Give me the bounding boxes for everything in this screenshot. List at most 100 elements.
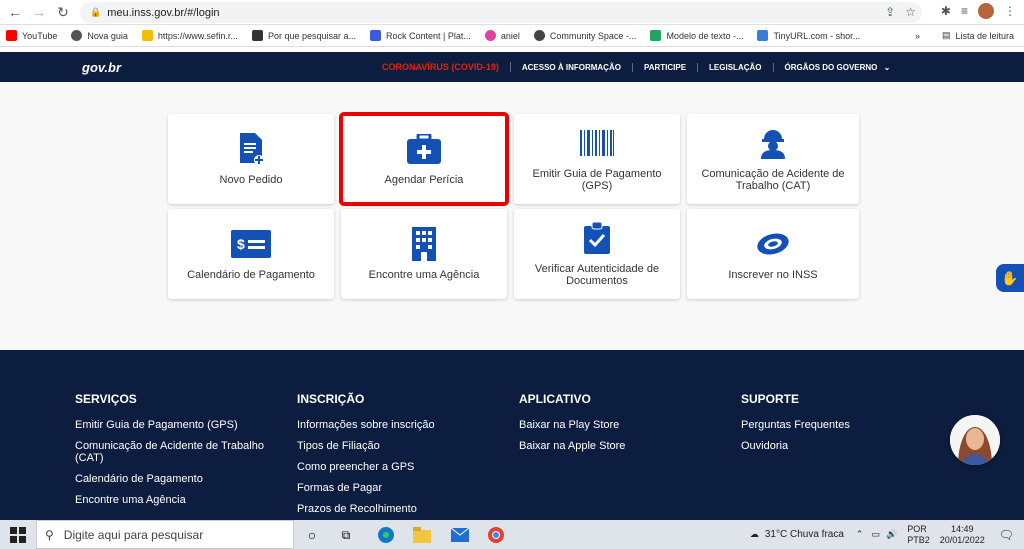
footer-link[interactable]: Encontre uma Agência — [75, 494, 275, 506]
footer-link[interactable]: Tipos de Filiação — [297, 440, 497, 452]
nav-acesso-informacao[interactable]: ACESSO À INFORMAÇÃO — [511, 62, 633, 72]
weather-text[interactable]: 31°C Chuva fraca — [765, 529, 844, 540]
star-icon[interactable]: ☆ — [905, 5, 916, 19]
search-icon: ⚲ — [45, 527, 54, 542]
footer-link[interactable]: Perguntas Frequentes — [741, 419, 941, 431]
edge-icon[interactable] — [376, 525, 396, 545]
browser-toolbar: ← → ↻ 🔒 meu.inss.gov.br/#/login ⇪ ☆ ✱ ≡ … — [0, 0, 1024, 25]
volume-icon[interactable]: 🔊 — [886, 529, 897, 540]
rock-content-icon — [370, 30, 381, 41]
menu-icon[interactable]: ⋮ — [1004, 4, 1016, 18]
worker-helmet-icon — [758, 126, 788, 160]
language-indicator[interactable]: POR PTB2 — [907, 524, 930, 546]
footer-link[interactable]: Como preencher a GPS — [297, 461, 497, 473]
bookmark-item[interactable]: Por que pesquisar a... — [251, 30, 356, 41]
address-bar[interactable]: 🔒 meu.inss.gov.br/#/login ⇪ ☆ — [80, 2, 922, 23]
document-plus-icon — [238, 132, 264, 166]
aniel-icon — [484, 30, 496, 41]
footer-link[interactable]: Ouvidoria — [741, 440, 941, 452]
weather-icon: ☁ — [749, 529, 759, 539]
chevron-up-icon[interactable]: ⌃ — [856, 529, 864, 540]
card-comunicacao-acidente[interactable]: Comunicação de Acidente de Trabalho (CAT… — [687, 114, 859, 204]
bookmark-item[interactable]: Community Space -... — [533, 30, 636, 41]
drive-icon — [650, 30, 662, 41]
extensions-icon[interactable]: ✱ — [941, 4, 951, 18]
url-text: meu.inss.gov.br/#/login — [107, 6, 220, 19]
gov-header: gov.br CORONAVÍRUS (COVID-19) ACESSO À I… — [0, 52, 1024, 82]
bookmark-item[interactable]: Nova guia — [71, 30, 128, 41]
community-icon — [533, 30, 545, 41]
clock[interactable]: 14:49 20/01/2022 — [940, 524, 985, 546]
clipboard-check-icon — [584, 221, 610, 255]
footer-col-suporte: SUPORTE Perguntas Frequentes Ouvidoria — [741, 392, 941, 461]
bookmark-item[interactable]: Rock Content | Plat... — [370, 30, 471, 41]
chevron-down-icon: ⌄ — [883, 62, 891, 72]
card-calendario-pagamento[interactable]: $ Calendário de Pagamento — [168, 209, 334, 299]
bookmarks-bar: YouTube Nova guia https://www.sefin.r...… — [0, 25, 1024, 47]
network-icon[interactable]: ▭ — [871, 529, 880, 540]
chevron-right-icon[interactable]: » — [915, 31, 920, 41]
footer-link[interactable]: Baixar na Apple Store — [519, 440, 719, 452]
mail-icon[interactable] — [450, 525, 470, 545]
cortana-icon[interactable]: ○ — [302, 525, 322, 545]
windows-taskbar: ⚲ Digite aqui para pesquisar ○ ⧉ ☁ 31°C … — [0, 520, 1024, 549]
system-tray: ☁ 31°C Chuva fraca ⌃ ▭ 🔊 POR PTB2 14:49 … — [750, 520, 1024, 549]
footer-col-aplicativo: APLICATIVO Baixar na Play Store Baixar n… — [519, 392, 719, 461]
notification-icon[interactable]: 🗨 — [999, 528, 1014, 542]
footer-col-servicos: SERVIÇOS Emitir Guia de Pagamento (GPS) … — [75, 392, 275, 515]
footer-link[interactable]: Formas de Pagar — [297, 482, 497, 494]
inss-logo-icon — [756, 227, 790, 261]
reload-icon[interactable]: ↻ — [52, 1, 74, 23]
card-emitir-gps[interactable]: Emitir Guia de Pagamento (GPS) — [514, 114, 680, 204]
lock-icon: 🔒 — [90, 7, 102, 17]
card-novo-pedido[interactable]: Novo Pedido — [168, 114, 334, 204]
footer-heading: INSCRIÇÃO — [297, 392, 365, 406]
footer-link[interactable]: Comunicação de Acidente de Trabalho (CAT… — [75, 440, 275, 464]
reading-list[interactable]: ▤ Lista de leitura — [942, 30, 1014, 41]
svg-text:$: $ — [237, 236, 245, 252]
footer-link[interactable]: Emitir Guia de Pagamento (GPS) — [75, 419, 275, 431]
vlibras-hand-icon[interactable]: ✋ — [996, 264, 1024, 292]
nav-legislacao[interactable]: LEGISLAÇÃO — [698, 62, 774, 72]
nav-covid[interactable]: CORONAVÍRUS (COVID-19) — [382, 62, 511, 72]
barcode-icon — [580, 126, 614, 160]
card-agendar-pericia[interactable]: Agendar Perícia — [339, 112, 509, 206]
globe-icon — [71, 30, 83, 41]
nav-participe[interactable]: PARTICIPE — [633, 62, 699, 72]
profile-avatar[interactable] — [978, 3, 994, 19]
footer-link[interactable]: Baixar na Play Store — [519, 419, 719, 431]
footer-heading: SUPORTE — [741, 392, 800, 406]
share-icon[interactable]: ⇪ — [885, 5, 895, 19]
card-verificar-autenticidade[interactable]: Verificar Autenticidade de Documentos — [514, 209, 680, 299]
youtube-icon — [6, 30, 17, 41]
task-view-icon[interactable]: ⧉ — [336, 525, 356, 545]
page-icon — [251, 30, 263, 41]
reading-list-icon: ▤ — [941, 30, 951, 40]
medical-kit-icon — [407, 132, 441, 166]
bookmark-item[interactable]: https://www.sefin.r... — [141, 30, 238, 41]
bookmark-item[interactable]: aniel — [484, 30, 520, 41]
nav-orgaos-governo[interactable]: ÓRGÃOS DO GOVERNO ⌄ — [774, 63, 902, 72]
footer-heading: SERVIÇOS — [75, 392, 137, 406]
card-encontre-agencia[interactable]: Encontre uma Agência — [341, 209, 507, 299]
footer-link[interactable]: Prazos de Recolhimento — [297, 503, 497, 515]
govbr-logo[interactable]: gov.br — [82, 60, 121, 75]
building-icon — [412, 227, 436, 261]
chrome-icon[interactable] — [486, 525, 506, 545]
footer-heading: APLICATIVO — [519, 392, 591, 406]
forward-icon[interactable]: → — [28, 1, 50, 23]
main-content: Novo Pedido Agendar Perícia Emitir Guia … — [0, 82, 1024, 350]
bookmark-item[interactable]: Modelo de texto -... — [650, 30, 743, 41]
footer-link[interactable]: Calendário de Pagamento — [75, 473, 275, 485]
back-icon[interactable]: ← — [4, 1, 26, 23]
taskbar-search-input[interactable]: ⚲ Digite aqui para pesquisar — [36, 520, 294, 549]
windows-start-icon[interactable] — [8, 525, 28, 545]
bookmark-item[interactable]: TinyURL.com - shor... — [757, 30, 860, 41]
footer-link[interactable]: Informações sobre inscrição — [297, 419, 497, 431]
assistant-avatar[interactable] — [950, 415, 1000, 465]
bookmark-item[interactable]: YouTube — [6, 30, 57, 41]
reading-mode-icon[interactable]: ≡ — [961, 4, 968, 18]
file-explorer-icon[interactable] — [412, 525, 432, 545]
sefin-icon — [141, 30, 153, 41]
card-inscrever-inss[interactable]: Inscrever no INSS — [687, 209, 859, 299]
